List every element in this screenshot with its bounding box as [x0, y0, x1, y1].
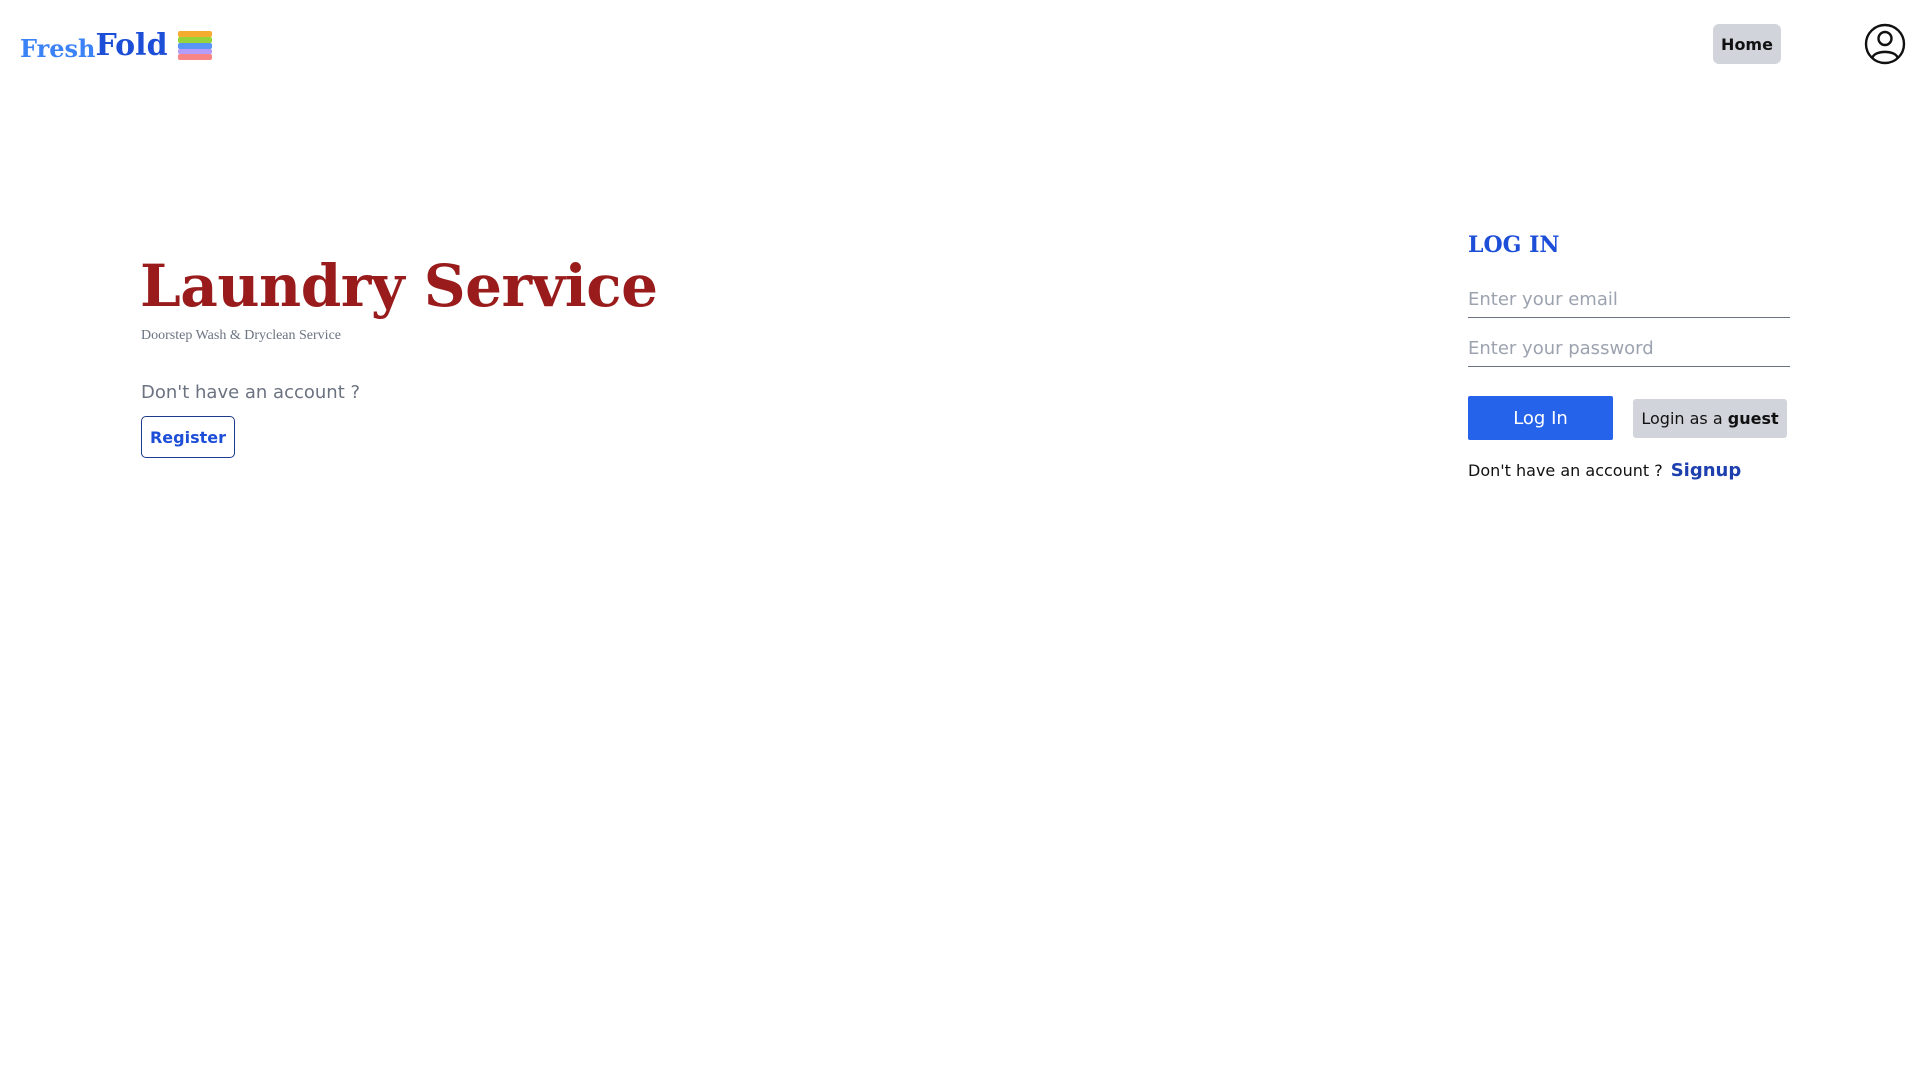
- password-input[interactable]: [1468, 333, 1790, 367]
- hero-subtitle: Doorstep Wash & Dryclean Service: [141, 328, 341, 343]
- home-button[interactable]: Home: [1713, 24, 1781, 64]
- hero-title: Laundry Service: [140, 252, 658, 320]
- register-button[interactable]: Register: [141, 416, 235, 458]
- folded-clothes-stack-icon: [177, 31, 212, 60]
- signup-prompt-text: Don't have an account ?: [1468, 461, 1663, 480]
- brand-logo[interactable]: Fresh Fold: [20, 22, 214, 68]
- guest-login-emphasis: guest: [1727, 409, 1779, 428]
- signup-row: Don't have an account ? Signup: [1468, 460, 1741, 481]
- register-prompt-text: Don't have an account ?: [141, 382, 361, 403]
- login-title: LOG IN: [1468, 232, 1560, 258]
- user-circle-icon[interactable]: [1864, 23, 1906, 65]
- email-input[interactable]: [1468, 284, 1790, 318]
- logo-text-fresh: Fresh: [20, 33, 96, 63]
- guest-login-prefix: Login as a: [1641, 409, 1723, 428]
- guest-login-button[interactable]: Login as a guest: [1633, 399, 1787, 438]
- signup-link[interactable]: Signup: [1671, 460, 1742, 481]
- logo-text-fold: Fold: [95, 27, 168, 63]
- login-button[interactable]: Log In: [1468, 396, 1613, 440]
- top-navbar: Fresh Fold Home: [0, 0, 1920, 88]
